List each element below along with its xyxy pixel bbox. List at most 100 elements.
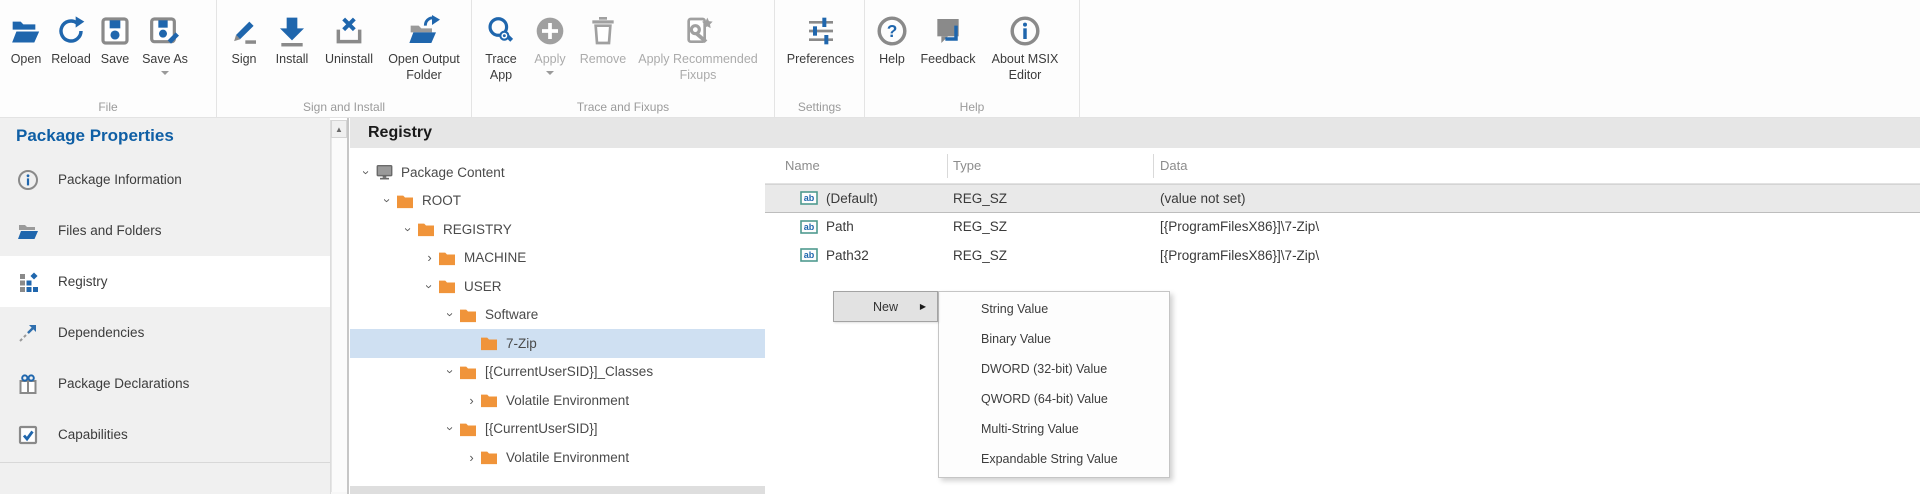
column-header-data[interactable]: Data — [1153, 154, 1920, 178]
sidebar-item-package-declarations[interactable]: Package Declarations — [0, 358, 330, 409]
trace-app-label: Trace App — [476, 52, 526, 83]
install-label: Install — [276, 52, 309, 68]
tree-item-currentusersid[interactable]: › [{CurrentUserSID}] — [350, 415, 765, 444]
trace-app-button[interactable]: Trace App — [476, 6, 526, 83]
gift-icon — [16, 372, 40, 396]
svg-text:ab: ab — [804, 193, 815, 203]
chevron-down-icon[interactable]: › — [401, 221, 416, 238]
open-button[interactable]: Open — [4, 6, 48, 68]
menu-item-dword-value[interactable]: DWORD (32-bit) Value — [939, 354, 1169, 384]
preferences-button[interactable]: Preferences — [779, 6, 862, 68]
table-row[interactable]: ab Path REG_SZ [{ProgramFilesX86}]\7-Zip… — [765, 213, 1920, 242]
chevron-right-icon[interactable]: › — [463, 450, 480, 465]
tree-item-machine[interactable]: › MACHINE — [350, 244, 765, 273]
ribbon-group-help: ? Help Feedback About MSIX Editor Help — [865, 0, 1080, 117]
tree-item-volatile-environment[interactable]: › Volatile Environment — [350, 386, 765, 415]
help-label: Help — [879, 52, 905, 68]
tree-item-registry[interactable]: › REGISTRY — [350, 215, 765, 244]
tree-item-label: MACHINE — [464, 250, 526, 265]
save-as-button[interactable]: Save As — [136, 6, 194, 75]
value-data: [{ProgramFilesX86}]\7-Zip\ — [1153, 248, 1920, 263]
svg-text:?: ? — [887, 21, 898, 41]
menu-item-binary-value[interactable]: Binary Value — [939, 324, 1169, 354]
tree-item-root[interactable]: › ROOT — [350, 187, 765, 216]
tree-item-package-content[interactable]: › Package Content — [350, 158, 765, 187]
sign-label: Sign — [231, 52, 256, 68]
ribbon-group-label-help: Help — [865, 100, 1079, 114]
help-button[interactable]: ? Help — [869, 6, 915, 68]
svg-text:ab: ab — [804, 250, 815, 260]
scrollbar-track[interactable] — [331, 138, 347, 492]
chevron-down-icon[interactable]: › — [422, 278, 437, 295]
ribbon-group-trace-and-fixups: Trace App Apply Remove Apply Recommend — [472, 0, 775, 117]
apply-label: Apply — [534, 52, 565, 68]
help-question-icon: ? — [876, 10, 908, 52]
value-type: REG_SZ — [947, 191, 1153, 206]
open-output-folder-icon — [408, 10, 440, 52]
feedback-button[interactable]: Feedback — [915, 6, 981, 68]
sidebar-item-capabilities[interactable]: Capabilities — [0, 409, 330, 460]
open-output-folder-button[interactable]: Open Output Folder — [381, 6, 467, 83]
sign-button[interactable]: Sign — [221, 6, 267, 68]
chevron-down-icon[interactable]: › — [443, 420, 458, 437]
tree-item-label: 7-Zip — [506, 336, 537, 351]
chevron-down-icon[interactable]: › — [443, 363, 458, 380]
msix-editor-window: Open Reload Save Save As — [0, 0, 1920, 494]
value-type: REG_SZ — [947, 219, 1153, 234]
chevron-down-icon[interactable]: › — [443, 306, 458, 323]
table-row[interactable]: ab Path32 REG_SZ [{ProgramFilesX86}]\7-Z… — [765, 241, 1920, 270]
apply-recommended-fixups-button[interactable]: Apply Recommended Fixups — [632, 6, 764, 83]
context-menu-new-label: New — [873, 300, 898, 314]
remove-trash-icon — [587, 10, 619, 52]
tree-item-user[interactable]: › USER — [350, 272, 765, 301]
chevron-right-icon[interactable]: › — [463, 393, 480, 408]
folder-icon — [417, 221, 437, 237]
column-header-type[interactable]: Type — [947, 154, 1153, 178]
context-menu-new-item[interactable]: New ▶ — [833, 291, 938, 322]
preferences-sliders-icon — [805, 10, 837, 52]
apply-button[interactable]: Apply — [526, 6, 574, 75]
tree-item-label: ROOT — [422, 193, 461, 208]
menu-item-qword-value[interactable]: QWORD (64-bit) Value — [939, 384, 1169, 414]
uninstall-button[interactable]: Uninstall — [317, 6, 381, 68]
folder-icon — [459, 364, 479, 380]
tree-item-7-zip[interactable]: 7-Zip — [350, 329, 765, 358]
open-folder-icon — [10, 10, 42, 52]
reload-button[interactable]: Reload — [48, 6, 94, 68]
sign-pencil-icon — [228, 10, 260, 52]
chevron-down-icon[interactable]: › — [359, 164, 374, 181]
sidebar-item-package-information[interactable]: Package Information — [0, 154, 330, 205]
checkbox-icon — [16, 423, 40, 447]
apply-plus-icon — [534, 10, 566, 52]
sidebar-item-files-and-folders[interactable]: Files and Folders — [0, 205, 330, 256]
save-as-dropdown-chevron-icon[interactable] — [161, 71, 169, 75]
save-button[interactable]: Save — [94, 6, 136, 68]
about-msix-editor-button[interactable]: About MSIX Editor — [981, 6, 1069, 83]
apply-recommended-fixups-icon — [682, 10, 714, 52]
scrollbar-up-arrow-icon[interactable]: ▲ — [331, 120, 347, 138]
install-button[interactable]: Install — [267, 6, 317, 68]
sidebar-item-dependencies[interactable]: Dependencies — [0, 307, 330, 358]
table-row[interactable]: ab (Default) REG_SZ (value not set) — [765, 184, 1920, 213]
preferences-label: Preferences — [787, 52, 854, 68]
trace-app-magnifier-icon — [485, 10, 517, 52]
tree-item-currentusersid-classes[interactable]: › [{CurrentUserSID}]_Classes — [350, 358, 765, 387]
menu-item-expandable-string-value[interactable]: Expandable String Value — [939, 444, 1169, 474]
tree-horizontal-scrollbar[interactable] — [350, 486, 765, 494]
sidebar-scrollbar[interactable]: ▲ — [330, 120, 347, 494]
tree-item-software[interactable]: › Software — [350, 301, 765, 330]
tree-item-volatile-environment[interactable]: › Volatile Environment — [350, 443, 765, 472]
remove-button[interactable]: Remove — [574, 6, 632, 68]
menu-item-multi-string-value[interactable]: Multi-String Value — [939, 414, 1169, 444]
chevron-down-icon[interactable]: › — [380, 192, 395, 209]
table-header-row: Name Type Data — [765, 148, 1920, 184]
chevron-right-icon[interactable]: › — [421, 250, 438, 265]
package-properties-sidebar: Package Properties Package Information F… — [0, 118, 330, 494]
tree-item-label: [{CurrentUserSID}] — [485, 421, 598, 436]
menu-item-string-value[interactable]: String Value — [939, 294, 1169, 324]
registry-tree: › Package Content › ROOT › REGISTRY › MA… — [350, 148, 765, 486]
ribbon-toolbar: Open Reload Save Save As — [0, 0, 1920, 118]
sidebar-item-registry[interactable]: Registry — [0, 256, 330, 307]
folder-icon — [480, 449, 500, 465]
column-header-name[interactable]: Name — [765, 158, 947, 173]
